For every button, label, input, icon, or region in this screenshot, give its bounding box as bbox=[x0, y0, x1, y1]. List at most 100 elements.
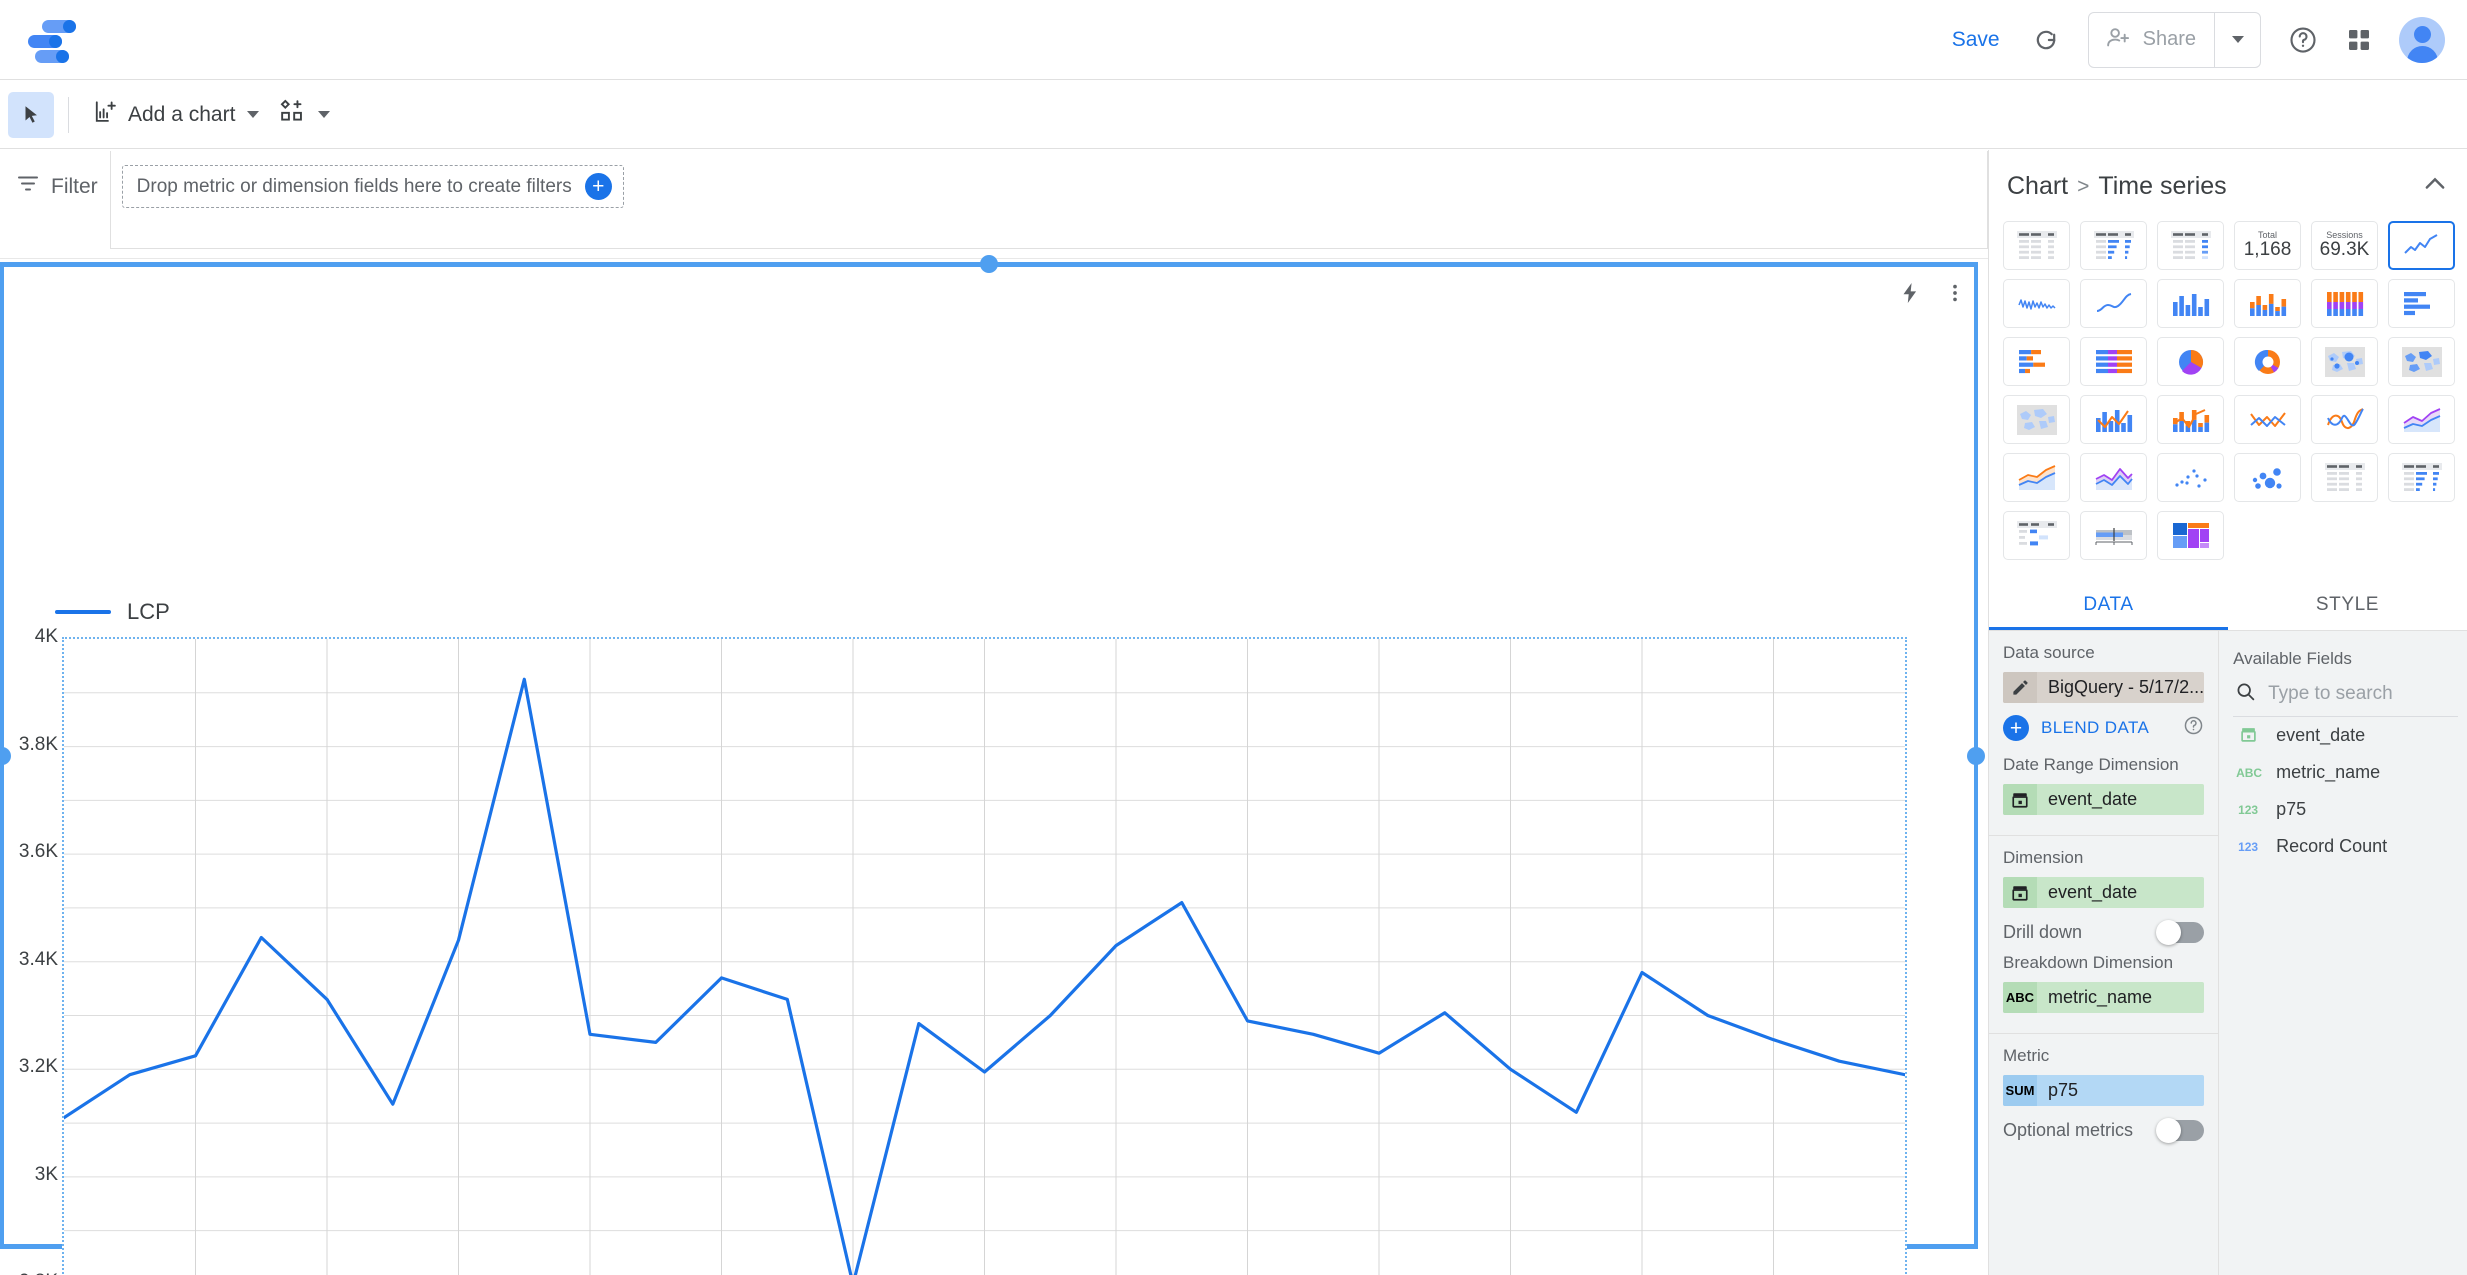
metric-chip[interactable]: SUM p75 bbox=[2003, 1075, 2205, 1106]
abc-icon: ABC bbox=[2236, 765, 2263, 780]
optional-metrics-toggle[interactable] bbox=[2156, 1118, 2205, 1143]
available-field-record-count[interactable]: 123 Record Count bbox=[2233, 828, 2458, 865]
chart-type-treemap-chart[interactable] bbox=[2157, 511, 2224, 560]
optional-metrics-label: Optional metrics bbox=[2003, 1120, 2134, 1140]
tab-data[interactable]: DATA bbox=[1989, 578, 2228, 630]
chart-type-stacked-combo-chart[interactable] bbox=[2157, 395, 2224, 444]
chart-type-pivot-table-with-bars-chart[interactable] bbox=[2388, 453, 2455, 502]
drill-down-label: Drill down bbox=[2003, 922, 2083, 942]
chart-type-pie-chart[interactable] bbox=[2157, 337, 2224, 386]
chart-type-smoothed-line-chart[interactable] bbox=[2080, 279, 2147, 328]
chart-type-stacked-area-chart[interactable] bbox=[2003, 453, 2070, 502]
search-input[interactable] bbox=[2268, 683, 2459, 705]
chart-type-table-chart[interactable] bbox=[2003, 221, 2070, 270]
chart-type-stacked-column-chart[interactable] bbox=[2234, 279, 2301, 328]
chart-type-100-stacked-bar-chart[interactable] bbox=[2080, 337, 2147, 386]
chart-type-100-stacked-area-chart[interactable] bbox=[2080, 453, 2147, 502]
editor-toolbar: Add a chart bbox=[0, 81, 2467, 149]
available-field-p75[interactable]: 123 p75 bbox=[2233, 791, 2458, 828]
number-icon: 123 bbox=[2238, 802, 2259, 817]
filter-bar: Filter Drop metric or dimension fields h… bbox=[0, 150, 1988, 257]
share-dropdown-button[interactable] bbox=[2214, 12, 2260, 67]
dimension-chip[interactable]: event_date bbox=[2003, 877, 2205, 908]
breadcrumb-leaf: Time series bbox=[2098, 172, 2227, 200]
chart-type-time-series-chart[interactable] bbox=[2388, 221, 2455, 270]
abc-icon: ABC bbox=[2003, 982, 2037, 1013]
chevron-up-icon[interactable] bbox=[2421, 170, 2449, 203]
y-axis-tick-label: 3.6K bbox=[18, 841, 58, 863]
top-bar-actions: Save Share bbox=[1934, 11, 2467, 68]
chart-type-table-with-bars-chart[interactable] bbox=[2080, 221, 2147, 270]
chart-type-bar-chart[interactable] bbox=[2388, 279, 2455, 328]
resize-handle-top[interactable] bbox=[980, 255, 998, 273]
chart-type-bullet-chart[interactable] bbox=[2080, 511, 2147, 560]
chart-type-scorecard-total[interactable]: Total 1,168 bbox=[2234, 221, 2301, 270]
field-search-row bbox=[2233, 675, 2459, 717]
date-range-dimension-field: event_date bbox=[2048, 789, 2138, 809]
chart-type-bubble-chart[interactable] bbox=[2234, 453, 2301, 502]
number-icon: 123 bbox=[2238, 839, 2259, 854]
available-field-label: event_date bbox=[2276, 725, 2366, 745]
chart-type-donut-chart[interactable] bbox=[2234, 337, 2301, 386]
refresh-icon[interactable] bbox=[2018, 12, 2074, 68]
data-source-chip[interactable]: BigQuery - 5/17/2... bbox=[2003, 672, 2205, 703]
breakdown-dimension-chip[interactable]: ABC metric_name bbox=[2003, 982, 2205, 1013]
chart-plot-area[interactable] bbox=[62, 637, 1907, 1275]
chart-type-smoothed-multi-line-chart[interactable] bbox=[2311, 395, 2378, 444]
help-circle-icon[interactable] bbox=[2275, 12, 2331, 68]
apps-grid-icon[interactable] bbox=[2331, 12, 2387, 68]
available-field-label: metric_name bbox=[2276, 762, 2381, 782]
chart-type-combo-chart[interactable] bbox=[2080, 395, 2147, 444]
add-a-chart-button[interactable]: Add a chart bbox=[83, 92, 269, 138]
available-field-label: p75 bbox=[2276, 799, 2307, 819]
chart-toolbar bbox=[1898, 281, 1966, 310]
more-vertical-icon[interactable] bbox=[1944, 282, 1966, 309]
resize-handle-right[interactable] bbox=[1967, 747, 1985, 765]
chart-type-pivot-table-with-heatmap-chart[interactable] bbox=[2003, 511, 2070, 560]
chart-type-scatter-chart[interactable] bbox=[2157, 453, 2224, 502]
data-source-label: Data source bbox=[2003, 643, 2095, 662]
chart-type-100-stacked-column-chart[interactable] bbox=[2311, 279, 2378, 328]
chart-type-bubble-map-chart[interactable] bbox=[2311, 337, 2378, 386]
chart-type-table-with-heatmap-chart[interactable] bbox=[2157, 221, 2224, 270]
add-a-control-button[interactable] bbox=[269, 91, 340, 138]
pencil-icon[interactable] bbox=[2003, 672, 2037, 703]
available-field-metric_name[interactable]: ABC metric_name bbox=[2233, 754, 2458, 791]
chart-type-scorecard-sessions[interactable]: Sessions 69.3K bbox=[2311, 221, 2378, 270]
filter-dropzone-text: Drop metric or dimension fields here to … bbox=[136, 175, 572, 197]
breadcrumb-separator: > bbox=[2077, 174, 2090, 198]
lightning-bolt-icon[interactable] bbox=[1898, 281, 1922, 310]
chart-type-column-chart[interactable] bbox=[2157, 279, 2224, 328]
looker-studio-logo[interactable] bbox=[28, 16, 76, 64]
share-button[interactable]: Share bbox=[2089, 13, 2214, 67]
data-source-section: Data source BigQuery - 5/17/2... + BLEND… bbox=[1989, 631, 2219, 836]
blend-data-button[interactable]: + BLEND DATA bbox=[2003, 715, 2204, 741]
drill-down-toggle[interactable] bbox=[2156, 920, 2205, 945]
sum-agg-icon[interactable]: SUM bbox=[2003, 1075, 2037, 1106]
chart-type-area-chart[interactable] bbox=[2388, 395, 2455, 444]
tab-style[interactable]: STYLE bbox=[2228, 578, 2467, 630]
y-axis-tick-label: 3.4K bbox=[18, 948, 58, 970]
add-filter-button[interactable]: + bbox=[584, 173, 612, 200]
date-range-dimension-chip[interactable]: event_date bbox=[2003, 784, 2205, 815]
chart-type-pivot-table-chart[interactable] bbox=[2311, 453, 2378, 502]
breadcrumb: Chart > Time series bbox=[2007, 172, 2227, 201]
available-field-event_date[interactable]: event_date bbox=[2233, 717, 2458, 754]
report-canvas[interactable]: LCP 4K3.8K3.6K3.4K3.2K3K2.8K2.6K Mar 10M… bbox=[0, 255, 1988, 1275]
filter-dropzone[interactable]: Drop metric or dimension fields here to … bbox=[121, 165, 624, 208]
save-button[interactable]: Save bbox=[1934, 18, 2018, 62]
chart-type-filled-map-chart[interactable] bbox=[2388, 337, 2455, 386]
chart-type-stacked-bar-chart[interactable] bbox=[2003, 337, 2070, 386]
add-a-chart-label: Add a chart bbox=[128, 102, 236, 126]
chart-type-line-chart[interactable] bbox=[2234, 395, 2301, 444]
avatar[interactable] bbox=[2399, 16, 2445, 63]
chart-type-sparkline-chart[interactable] bbox=[2003, 279, 2070, 328]
cursor-arrow-icon[interactable] bbox=[8, 91, 54, 138]
breadcrumb-root[interactable]: Chart bbox=[2007, 172, 2068, 201]
chart-type-google-maps-chart[interactable] bbox=[2003, 395, 2070, 444]
y-axis-labels: 4K3.8K3.6K3.4K3.2K3K2.8K2.6K bbox=[0, 626, 58, 1275]
available-fields-list: event_date ABC metric_name 123 p75 123 Record … bbox=[2233, 717, 2458, 865]
chart-type-picker[interactable]: Total 1,168 Sessions 69.3K bbox=[1989, 217, 2467, 570]
available-field-label: Record Count bbox=[2276, 836, 2388, 856]
help-circle-icon[interactable] bbox=[2183, 715, 2204, 741]
